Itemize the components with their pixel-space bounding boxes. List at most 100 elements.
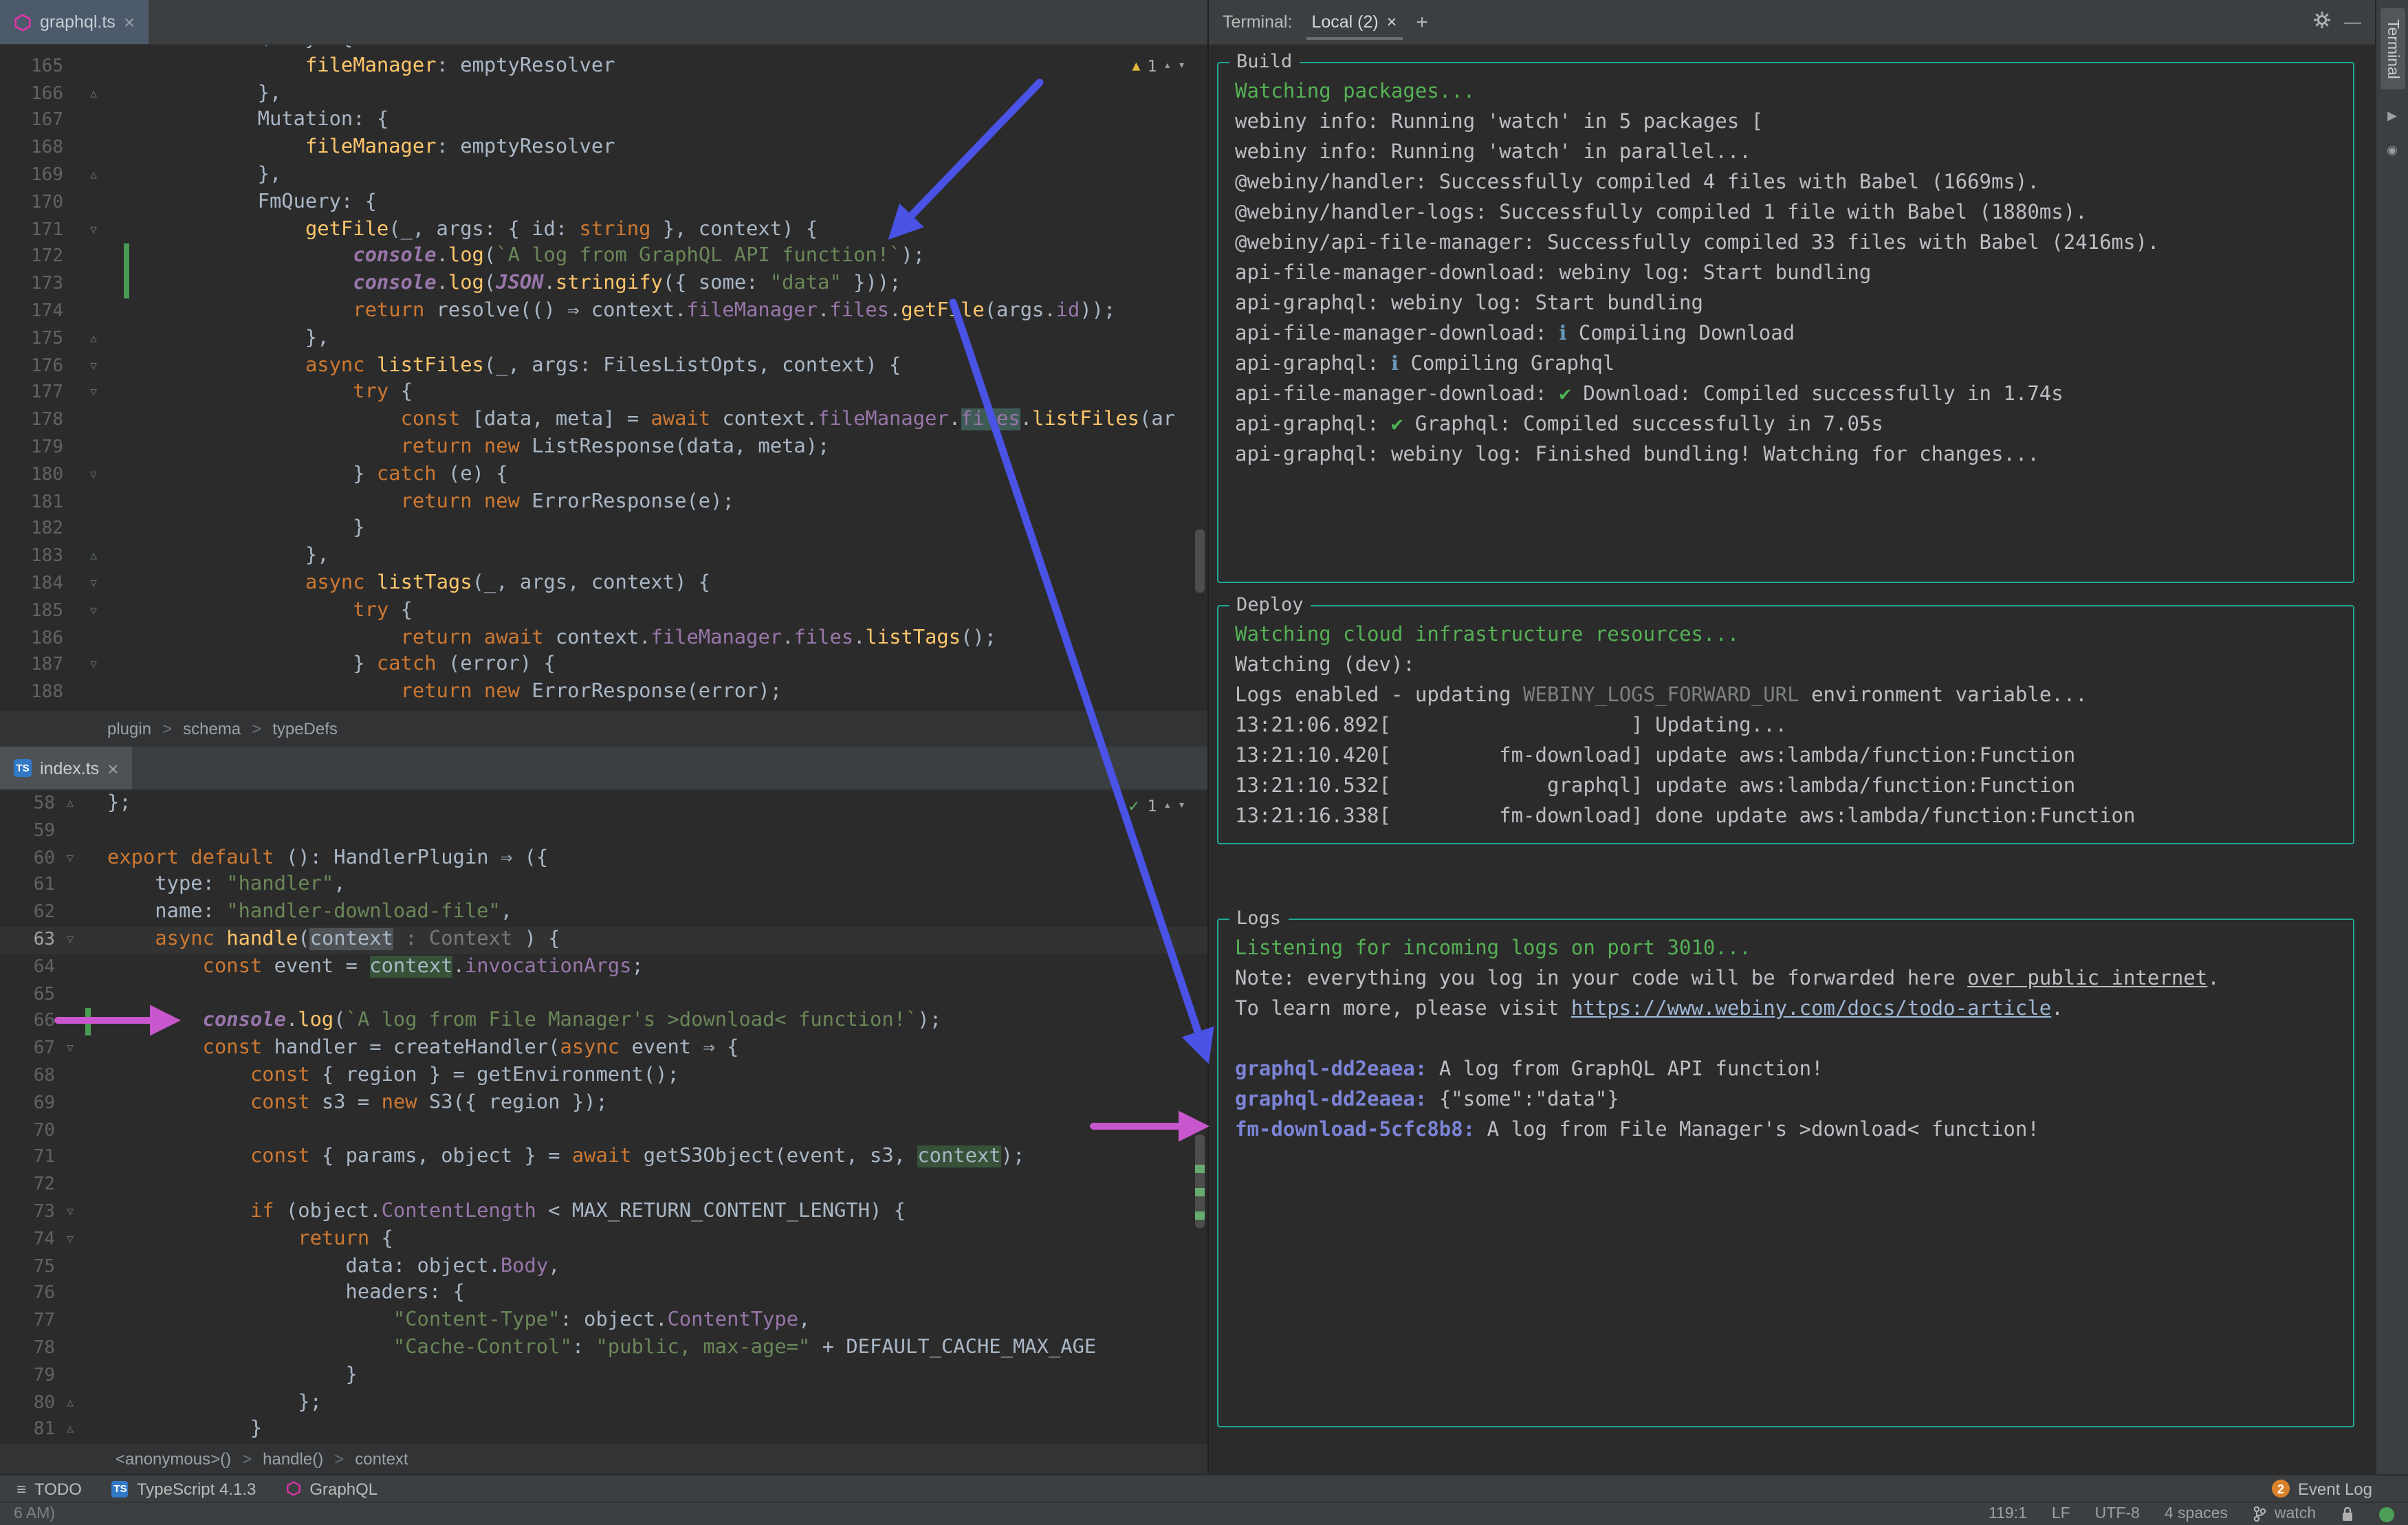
fold-icon[interactable]: ▿ bbox=[63, 380, 124, 408]
code-line-75[interactable]: 75 data: object.Body, bbox=[0, 1253, 1207, 1281]
fold-icon[interactable]: ▵ bbox=[63, 80, 124, 108]
line-number[interactable]: 66 bbox=[0, 1009, 55, 1036]
run-toolwindow-icon[interactable]: ▶ bbox=[2387, 109, 2397, 124]
code-line-169[interactable]: 169 ▵ }, bbox=[0, 162, 1207, 190]
line-number[interactable]: 167 bbox=[0, 108, 63, 135]
fold-icon[interactable]: ▿ bbox=[55, 927, 85, 954]
fold-icon[interactable]: ▵ bbox=[55, 1390, 85, 1417]
code-line-67[interactable]: 67 ▿ const handler = createHandler(async … bbox=[0, 1035, 1207, 1063]
caret-position-widget[interactable]: 119:1 bbox=[1989, 1506, 2027, 1522]
fold-icon[interactable]: ▿ bbox=[63, 217, 124, 244]
line-number[interactable]: 65 bbox=[0, 981, 55, 1009]
fold-icon[interactable]: ▿ bbox=[63, 597, 124, 625]
code-line-175[interactable]: 175 ▵ }, bbox=[0, 326, 1207, 353]
line-number[interactable]: 60 bbox=[0, 845, 55, 873]
line-number[interactable]: 171 bbox=[0, 217, 63, 244]
line-number[interactable]: 175 bbox=[0, 326, 63, 353]
code-line-170[interactable]: 170 FmQuery: { bbox=[0, 190, 1207, 217]
line-ending-widget[interactable]: LF bbox=[2052, 1506, 2070, 1522]
line-number[interactable]: 68 bbox=[0, 1063, 55, 1090]
code-line-183[interactable]: 183 ▵ }, bbox=[0, 543, 1207, 571]
line-number[interactable]: 63 bbox=[0, 927, 55, 954]
line-number[interactable]: 74 bbox=[0, 1227, 55, 1254]
line-number[interactable]: 79 bbox=[0, 1362, 55, 1390]
fold-icon[interactable]: ▿ bbox=[63, 652, 124, 680]
code-line-178[interactable]: 178 const [data, meta] = await context.f… bbox=[0, 407, 1207, 435]
line-number[interactable]: 69 bbox=[0, 1090, 55, 1118]
code-line-73[interactable]: 73 ▿ if (object.ContentLength < MAX_RETUR… bbox=[0, 1199, 1207, 1227]
code-line-188[interactable]: 188 return new ErrorResponse(error); bbox=[0, 679, 1207, 707]
fold-icon[interactable]: ▿ bbox=[63, 353, 124, 380]
terminal-settings-gear-icon[interactable] bbox=[2312, 11, 2330, 33]
line-number[interactable]: 183 bbox=[0, 543, 63, 571]
code-line-174[interactable]: 174 return resolve(() ⇒ context.fileMana… bbox=[0, 298, 1207, 326]
line-number[interactable]: 164 bbox=[0, 45, 63, 54]
code-line-74[interactable]: 74 ▿ return { bbox=[0, 1227, 1207, 1254]
line-number[interactable]: 168 bbox=[0, 135, 63, 162]
code-line-72[interactable]: 72 bbox=[0, 1172, 1207, 1199]
breadcrumb-item[interactable]: <anonymous>() bbox=[116, 1449, 231, 1469]
code-line-181[interactable]: 181 return new ErrorResponse(e); bbox=[0, 489, 1207, 516]
new-terminal-tab-button[interactable]: + bbox=[1416, 10, 1428, 34]
scrollbar-thumb[interactable] bbox=[1195, 529, 1205, 593]
line-number[interactable]: 62 bbox=[0, 899, 55, 927]
code-line-187[interactable]: 187 ▿ } catch (error) { bbox=[0, 652, 1207, 680]
line-number[interactable]: 78 bbox=[0, 1335, 55, 1363]
code-line-58[interactable]: 58 ▵}; bbox=[0, 791, 1207, 818]
debug-toolwindow-icon[interactable]: ◉ bbox=[2387, 144, 2398, 159]
fold-icon[interactable]: ▿ bbox=[55, 1199, 85, 1227]
indent-widget[interactable]: 4 spaces bbox=[2165, 1506, 2228, 1522]
line-number[interactable]: 187 bbox=[0, 652, 63, 680]
line-number[interactable]: 185 bbox=[0, 597, 63, 625]
code-line-61[interactable]: 61 type: "handler", bbox=[0, 873, 1207, 900]
line-number[interactable]: 169 bbox=[0, 162, 63, 190]
fold-icon[interactable]: ▿ bbox=[63, 462, 124, 490]
editor-graphql[interactable]: 164 Query: {165 fileManager: emptyResolv… bbox=[0, 45, 1207, 711]
line-number[interactable]: 174 bbox=[0, 298, 63, 326]
fold-icon[interactable]: ▵ bbox=[63, 543, 124, 571]
terminal-tab-local[interactable]: Local (2) × bbox=[1306, 4, 1403, 40]
code-line-69[interactable]: 69 const s3 = new S3({ region }); bbox=[0, 1090, 1207, 1118]
lock-icon[interactable] bbox=[2341, 1506, 2354, 1522]
line-number[interactable]: 182 bbox=[0, 516, 63, 544]
line-number[interactable]: 181 bbox=[0, 489, 63, 516]
code-line-77[interactable]: 77 "Content-Type": object.ContentType, bbox=[0, 1308, 1207, 1335]
line-number[interactable]: 67 bbox=[0, 1035, 55, 1063]
line-number[interactable]: 71 bbox=[0, 1145, 55, 1172]
code-line-171[interactable]: 171 ▿ getFile(_, args: { id: string }, co… bbox=[0, 217, 1207, 244]
code-line-68[interactable]: 68 const { region } = getEnvironment(); bbox=[0, 1063, 1207, 1090]
encoding-widget[interactable]: UTF-8 bbox=[2095, 1506, 2140, 1522]
line-number[interactable]: 166 bbox=[0, 80, 63, 108]
line-number[interactable]: 179 bbox=[0, 435, 63, 462]
breadcrumb-item[interactable]: plugin bbox=[107, 719, 151, 738]
terminal-link[interactable]: https://www.webiny.com/docs/todo-article bbox=[1571, 998, 2051, 1020]
breadcrumb-item[interactable]: handle() bbox=[263, 1449, 323, 1469]
inspection-widget[interactable]: ▲ 1 ▴ ▾ bbox=[1132, 56, 1185, 76]
fold-icon[interactable]: ▵ bbox=[63, 326, 124, 353]
line-number[interactable]: 81 bbox=[0, 1417, 55, 1444]
fold-icon[interactable]: ▿ bbox=[55, 1035, 85, 1063]
stripe-terminal-button[interactable]: Terminal bbox=[2380, 8, 2405, 90]
line-number[interactable]: 184 bbox=[0, 571, 63, 598]
next-problem-icon[interactable]: ▾ bbox=[1178, 799, 1185, 813]
line-number[interactable]: 73 bbox=[0, 1199, 55, 1227]
code-line-66[interactable]: 66 console.log(`A log from File Manager'… bbox=[0, 1008, 1207, 1036]
terminal-underlined-text[interactable]: over public internet bbox=[1967, 968, 2207, 990]
code-line-80[interactable]: 80 ▵ }; bbox=[0, 1390, 1207, 1417]
code-line-182[interactable]: 182 } bbox=[0, 516, 1207, 544]
prev-problem-icon[interactable]: ▴ bbox=[1163, 799, 1171, 813]
code-line-81[interactable]: 81 ▵ } bbox=[0, 1417, 1207, 1444]
line-number[interactable]: 186 bbox=[0, 625, 63, 652]
line-number[interactable]: 70 bbox=[0, 1117, 55, 1145]
fold-icon[interactable]: ▿ bbox=[63, 571, 124, 598]
tab-graphql-ts[interactable]: graphql.ts × bbox=[0, 0, 149, 44]
code-line-173[interactable]: 173 console.log(JSON.stringify({ some: "… bbox=[0, 271, 1207, 298]
line-number[interactable]: 176 bbox=[0, 353, 63, 380]
fold-icon[interactable]: ▵ bbox=[55, 791, 85, 818]
code-line-63[interactable]: 63 ▿ async handle(context : Context ) { bbox=[0, 926, 1207, 954]
code-line-70[interactable]: 70 bbox=[0, 1117, 1207, 1145]
typescript-toolwindow-button[interactable]: TS TypeScript 4.1.3 bbox=[111, 1479, 256, 1498]
line-number[interactable]: 61 bbox=[0, 873, 55, 900]
line-number[interactable]: 178 bbox=[0, 407, 63, 435]
breadcrumb-item[interactable]: typeDefs bbox=[272, 719, 338, 738]
